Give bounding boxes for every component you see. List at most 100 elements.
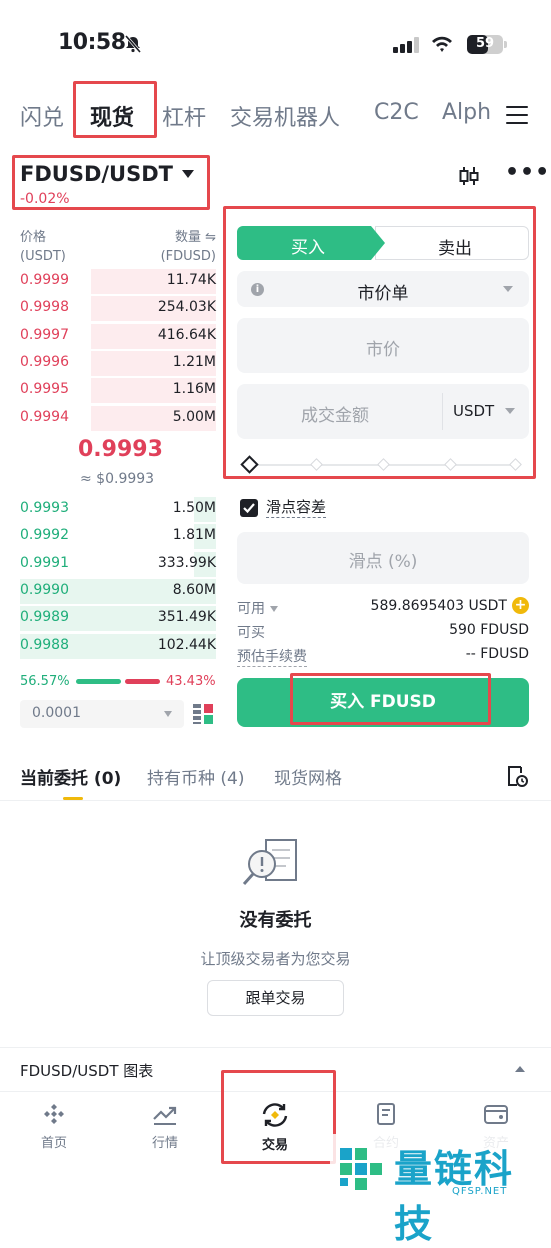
price-input[interactable]: 市价 xyxy=(237,318,529,373)
watermark: 量链科技 QFSP.NET xyxy=(330,1134,551,1246)
pair-symbol[interactable]: FDUSD/USDT xyxy=(20,162,173,186)
bid-price: 0.9993 xyxy=(20,500,69,516)
buy-tab-label: 买入 xyxy=(291,238,325,258)
fee-label[interactable]: 预估手续费 xyxy=(237,646,307,667)
add-funds-icon[interactable]: + xyxy=(512,597,529,614)
amount-input[interactable]: 成交金额 USDT xyxy=(237,384,529,439)
ask-price: 0.9994 xyxy=(20,408,69,425)
ask-row[interactable]: 0.9996 1.21M xyxy=(20,350,216,377)
ask-row[interactable]: 0.9998 254.03K xyxy=(20,295,216,322)
fee-value: -- FDUSD xyxy=(465,646,529,662)
copy-trading-button[interactable]: 跟单交易 xyxy=(207,980,344,1016)
chevron-down-icon xyxy=(505,408,515,414)
nav-trade[interactable]: 交易 xyxy=(235,1102,315,1153)
sell-tab[interactable]: 卖出 xyxy=(375,226,529,260)
available-value: 589.8695403 USDT xyxy=(370,598,507,614)
orderbook-qty-header[interactable]: 数量 ⇋ (FDUSD) xyxy=(140,228,216,266)
amount-slider[interactable] xyxy=(240,455,523,474)
nav-home-label: 首页 xyxy=(40,1136,67,1151)
tab-spot[interactable]: 现货 xyxy=(90,100,134,132)
order-history-icon[interactable] xyxy=(505,764,529,788)
slippage-checkbox[interactable] xyxy=(240,499,258,517)
status-time: 10:58 xyxy=(58,30,126,55)
order-type-select[interactable]: i 市价单 xyxy=(237,271,529,307)
ask-qty: 416.64K xyxy=(157,326,216,343)
available-label-wrap[interactable]: 可用 xyxy=(237,598,278,618)
order-type-value: 市价单 xyxy=(357,284,409,304)
ask-qty: 5.00M xyxy=(172,408,216,425)
bid-row[interactable]: 0.9990 8.60M xyxy=(20,578,216,605)
chevron-up-icon xyxy=(515,1066,525,1072)
nav-markets-label: 行情 xyxy=(151,1136,178,1151)
buy-submit-button[interactable]: 买入 FDUSD xyxy=(237,678,529,727)
nav-markets[interactable]: 行情 xyxy=(125,1102,205,1151)
chevron-down-icon xyxy=(503,286,513,292)
qty-unit: (FDUSD) xyxy=(160,249,216,264)
ask-qty: 11.74K xyxy=(166,272,216,288)
ask-row[interactable]: 0.9997 416.64K xyxy=(20,323,216,350)
tab-convert[interactable]: 闪兑 xyxy=(20,100,64,132)
ask-row[interactable]: 0.9999 11.74K xyxy=(20,268,216,295)
status-bar: 10:58 59 xyxy=(0,0,551,88)
buy-ratio-bar xyxy=(76,679,122,684)
chart-section-toggle[interactable]: FDUSD/USDT 图表 xyxy=(0,1047,551,1091)
amount-unit-select[interactable]: USDT xyxy=(453,402,494,420)
buy-ratio: 56.57% xyxy=(20,674,70,689)
available-label: 可用 xyxy=(237,601,265,617)
tab-spot-grid[interactable]: 现货网格 xyxy=(274,764,342,789)
available-row: 可用 589.8695403 USDT + xyxy=(237,597,529,620)
bid-qty: 102.44K xyxy=(157,636,216,653)
futures-icon xyxy=(377,1103,395,1125)
slider-handle[interactable] xyxy=(240,455,259,474)
cell-signal-icon xyxy=(393,37,419,53)
price-placeholder: 市价 xyxy=(366,340,400,360)
silent-bell-icon xyxy=(124,35,142,53)
pair-change: -0.02% xyxy=(20,191,70,207)
candlestick-chart-icon[interactable] xyxy=(458,165,480,187)
bid-qty: 333.99K xyxy=(157,554,216,571)
bid-price: 0.9992 xyxy=(20,527,69,544)
watermark-domain: QFSP.NET xyxy=(452,1186,508,1197)
slippage-input[interactable]: 滑点 (%) xyxy=(237,532,529,584)
slider-step[interactable] xyxy=(310,458,323,471)
bid-row[interactable]: 0.9993 1.50M xyxy=(20,496,216,523)
pair-dropdown-icon[interactable] xyxy=(182,170,194,178)
precision-select[interactable]: 0.0001 xyxy=(20,700,184,728)
nav-trade-label: 交易 xyxy=(261,1138,288,1153)
ask-price: 0.9995 xyxy=(20,381,69,398)
ask-qty: 1.21M xyxy=(172,353,216,370)
tab-trading-bots[interactable]: 交易机器人 xyxy=(230,100,340,132)
more-icon[interactable]: ••• xyxy=(505,162,549,184)
bid-row[interactable]: 0.9988 102.44K xyxy=(20,633,216,660)
bid-qty: 351.49K xyxy=(157,609,216,626)
slider-step[interactable] xyxy=(509,458,522,471)
tab-alpha[interactable]: Alph xyxy=(442,100,492,125)
slider-step[interactable] xyxy=(377,458,390,471)
buy-tab[interactable]: 买入 xyxy=(237,226,385,260)
chevron-down-icon xyxy=(270,606,278,612)
slippage-label[interactable]: 滑点容差 xyxy=(266,498,327,518)
bid-row[interactable]: 0.9991 333.99K xyxy=(20,551,216,578)
tab-margin[interactable]: 杠杆 xyxy=(162,100,206,132)
ask-row[interactable]: 0.9995 1.16M xyxy=(20,377,216,404)
ask-row[interactable]: 0.9994 5.00M xyxy=(20,405,216,432)
chart-section-label: FDUSD/USDT 图表 xyxy=(20,1062,154,1080)
tab-c2c[interactable]: C2C xyxy=(374,100,419,125)
bid-row[interactable]: 0.9989 351.49K xyxy=(20,605,216,632)
sell-ratio-bar xyxy=(125,679,160,684)
tab-holdings[interactable]: 持有币种 (4) xyxy=(147,764,244,789)
nav-home[interactable]: 首页 xyxy=(14,1102,94,1151)
battery-level: 59 xyxy=(475,36,495,51)
bid-row[interactable]: 0.9992 1.81M xyxy=(20,523,216,550)
slider-step[interactable] xyxy=(444,458,457,471)
price-header: 价格 xyxy=(20,230,47,245)
menu-icon[interactable] xyxy=(506,106,528,124)
bid-qty: 8.60M xyxy=(172,581,216,598)
tab-open-orders[interactable]: 当前委托 (0) xyxy=(20,764,121,789)
check-icon xyxy=(243,503,255,514)
sell-tab-label: 卖出 xyxy=(438,239,472,259)
bid-price: 0.9991 xyxy=(20,554,69,571)
orderbook-layout-icon[interactable] xyxy=(192,703,214,725)
buy-sell-toggle: 卖出 买入 xyxy=(237,226,529,260)
binance-logo-icon xyxy=(44,1104,64,1124)
